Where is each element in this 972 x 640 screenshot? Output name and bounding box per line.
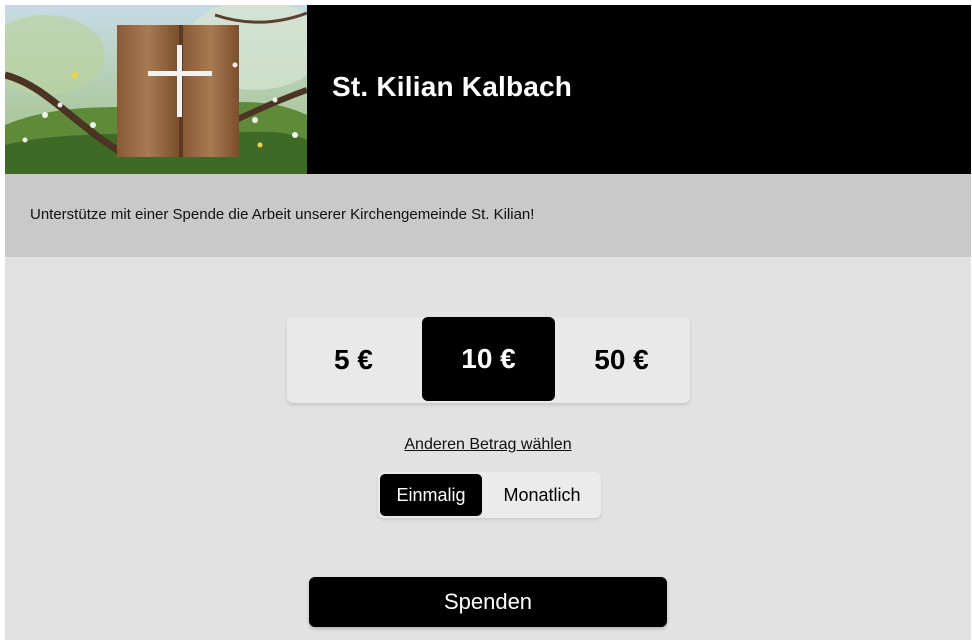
frequency-toggle: Einmalig Monatlich — [378, 472, 601, 518]
amount-option-5[interactable]: 5 € — [287, 317, 420, 403]
donation-widget: St. Kilian Kalbach Unterstütze mit einer… — [5, 5, 971, 640]
other-amount-container: Anderen Betrag wählen — [5, 436, 971, 454]
header-image-cross — [5, 5, 307, 174]
intro-text: Unterstütze mit einer Spende die Arbeit … — [30, 206, 535, 223]
donate-button[interactable]: Spenden — [309, 577, 667, 627]
intro-banner: Unterstütze mit einer Spende die Arbeit … — [5, 174, 971, 257]
amount-option-10[interactable]: 10 € — [422, 317, 555, 401]
other-amount-link[interactable]: Anderen Betrag wählen — [404, 436, 571, 453]
frequency-monthly-button[interactable]: Monatlich — [486, 474, 598, 516]
page-title: St. Kilian Kalbach — [332, 71, 573, 102]
amount-option-50[interactable]: 50 € — [555, 317, 688, 403]
header: St. Kilian Kalbach — [5, 5, 971, 174]
frequency-once-button[interactable]: Einmalig — [380, 474, 482, 516]
amount-selector: 5 € 10 € 50 € — [287, 317, 690, 403]
